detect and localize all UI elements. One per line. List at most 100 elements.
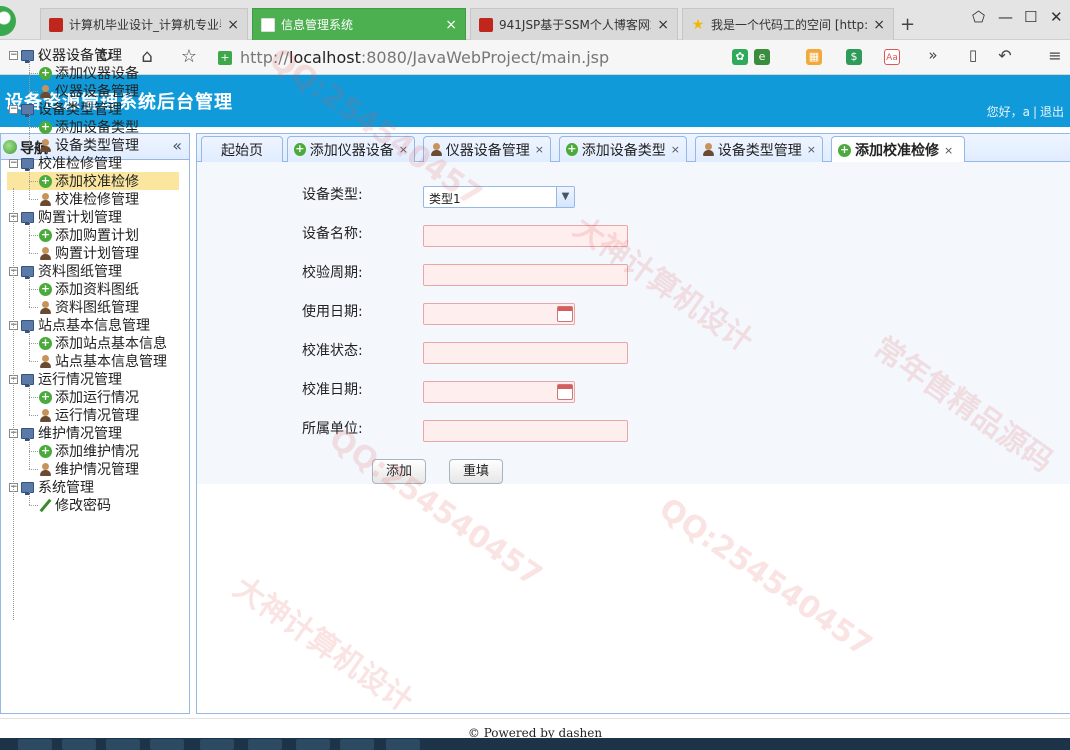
close-tab-icon[interactable]: × (445, 17, 457, 33)
device-type-select[interactable]: 类型1 ▼ (423, 186, 575, 208)
browser-tab[interactable]: ★ 我是一个代码工的空间 [http: × (682, 8, 894, 40)
tree-item[interactable]: 仪器设备管理 (39, 82, 139, 100)
menu-icon[interactable]: ≡ (1044, 46, 1066, 65)
extension-icon[interactable]: ▦ (806, 49, 822, 65)
extension-icon[interactable]: e (754, 49, 770, 65)
taskbar-item[interactable] (248, 739, 282, 750)
taskbar-item[interactable] (200, 739, 234, 750)
skin-icon[interactable]: ⬠ (972, 8, 985, 26)
tree-group-label: 资料图纸管理 (38, 264, 122, 280)
tree-item-label: 运行情况管理 (55, 408, 139, 424)
close-tab-icon[interactable]: × (671, 143, 680, 156)
monitor-icon (21, 49, 34, 63)
home-icon[interactable]: ⌂ (136, 46, 158, 67)
taskbar-item[interactable] (386, 739, 420, 750)
calibration-status-field[interactable] (423, 342, 628, 364)
close-tab-icon[interactable]: × (944, 144, 953, 157)
calibration-date-field[interactable] (423, 381, 575, 403)
extension-icon[interactable]: Aa (884, 49, 900, 65)
maximize-icon[interactable]: ☐ (1024, 8, 1037, 26)
tab-add-calibration[interactable]: + 添加校准检修 × (831, 136, 965, 163)
red-square-icon (479, 17, 493, 32)
tree-group[interactable]: − 校准检修管理 (9, 154, 122, 172)
close-tab-icon[interactable]: × (657, 17, 669, 33)
tree-item[interactable]: + 添加购置计划 (39, 226, 139, 244)
field-label-device-type: 设备类型: (302, 187, 363, 203)
tree-group[interactable]: − 维护情况管理 (9, 424, 122, 442)
tree-item[interactable]: 校准检修管理 (39, 190, 139, 208)
tree-item[interactable]: 维护情况管理 (39, 460, 139, 478)
tree-group[interactable]: − 购置计划管理 (9, 208, 122, 226)
taskbar-item[interactable] (62, 739, 96, 750)
tree-item[interactable]: + 添加仪器设备 (39, 64, 139, 82)
tab-home[interactable]: 起始页 (201, 136, 283, 162)
collapse-icon[interactable]: « (172, 136, 182, 155)
chevron-down-icon[interactable]: ▼ (556, 187, 574, 207)
extension-icon[interactable]: $ (846, 49, 862, 65)
extension-icon[interactable]: ✿ (732, 49, 748, 65)
close-tab-icon[interactable]: × (873, 17, 885, 33)
browser-tab-active[interactable]: 信息管理系统 × (252, 8, 466, 40)
tab-device-type-management[interactable]: 设备类型管理 × (695, 136, 823, 162)
field-label-use-date: 使用日期: (302, 304, 363, 320)
tree-item[interactable]: + 添加资料图纸 (39, 280, 139, 298)
browser-tab[interactable]: 计算机毕业设计_计算机专业毕 × (40, 8, 248, 40)
tree-group[interactable]: − 仪器设备管理 (9, 46, 122, 64)
close-tab-icon[interactable]: × (399, 143, 408, 156)
tree-item-label: 维护情况管理 (55, 462, 139, 478)
greeting: 您好，a (986, 105, 1030, 119)
tree-connector (29, 330, 30, 361)
taskbar-item[interactable] (150, 739, 184, 750)
more-extensions-icon[interactable]: » (922, 46, 944, 64)
tree-group[interactable]: − 运行情况管理 (9, 370, 122, 388)
tree-connector (13, 188, 14, 620)
taskbar-item[interactable] (18, 739, 52, 750)
tab-add-instrument[interactable]: + 添加仪器设备 × (287, 136, 415, 162)
tree-item[interactable]: 设备类型管理 (39, 136, 139, 154)
tree-group-label: 购置计划管理 (38, 210, 122, 226)
tree-group[interactable]: − 系统管理 (9, 478, 94, 496)
taskbar-item[interactable] (296, 739, 330, 750)
tree-item[interactable]: 购置计划管理 (39, 244, 139, 262)
tree-item[interactable]: + 添加运行情况 (39, 388, 139, 406)
reset-button[interactable]: 重填 (449, 459, 503, 484)
undo-icon[interactable]: ↶ (994, 46, 1016, 65)
tree-item[interactable]: 资料图纸管理 (39, 298, 139, 316)
tree-item-label: 资料图纸管理 (55, 300, 139, 316)
close-tab-icon[interactable]: × (807, 143, 816, 156)
tree-item[interactable]: + 添加设备类型 (39, 118, 139, 136)
tree-group[interactable]: − 设备类型管理 (9, 100, 122, 118)
tab-add-device-type[interactable]: + 添加设备类型 × (559, 136, 687, 162)
tree-group[interactable]: − 站点基本信息管理 (9, 316, 150, 334)
close-tab-icon[interactable]: × (535, 143, 544, 156)
close-tab-icon[interactable]: × (227, 17, 239, 33)
tree-item[interactable]: + 添加维护情况 (39, 442, 139, 460)
mobile-icon[interactable]: ▯ (962, 46, 984, 64)
add-icon: + (838, 142, 851, 157)
calendar-icon[interactable] (557, 384, 573, 400)
add-button[interactable]: 添加 (372, 459, 426, 484)
minimize-icon[interactable]: — (998, 8, 1013, 26)
unit-field[interactable] (423, 420, 628, 442)
tree-item[interactable]: + 添加站点基本信息 (39, 334, 167, 352)
logout-link[interactable]: 退出 (1040, 105, 1064, 119)
user-icon (39, 408, 52, 422)
device-name-field[interactable] (423, 225, 628, 247)
tree-item[interactable]: 站点基本信息管理 (39, 352, 167, 370)
taskbar-item[interactable] (106, 739, 140, 750)
bookmark-star-icon[interactable]: ☆ (178, 46, 200, 67)
check-cycle-field[interactable] (423, 264, 628, 286)
calendar-icon[interactable] (557, 306, 573, 322)
tree-item[interactable]: 修改密码 (39, 496, 111, 514)
browser-tab[interactable]: 941JSP基于SSM个人博客网站 × (470, 8, 678, 40)
collapse-toggle-icon[interactable]: − (9, 104, 18, 114)
close-window-icon[interactable]: ✕ (1050, 8, 1063, 26)
collapse-toggle-icon[interactable]: − (9, 158, 18, 168)
taskbar-item[interactable] (340, 739, 374, 750)
tree-group[interactable]: − 资料图纸管理 (9, 262, 122, 280)
tree-item[interactable]: 运行情况管理 (39, 406, 139, 424)
tab-instrument-management[interactable]: 仪器设备管理 × (423, 136, 551, 162)
collapse-toggle-icon[interactable]: − (9, 50, 18, 60)
use-date-field[interactable] (423, 303, 575, 325)
new-tab-button[interactable]: + (900, 14, 915, 35)
